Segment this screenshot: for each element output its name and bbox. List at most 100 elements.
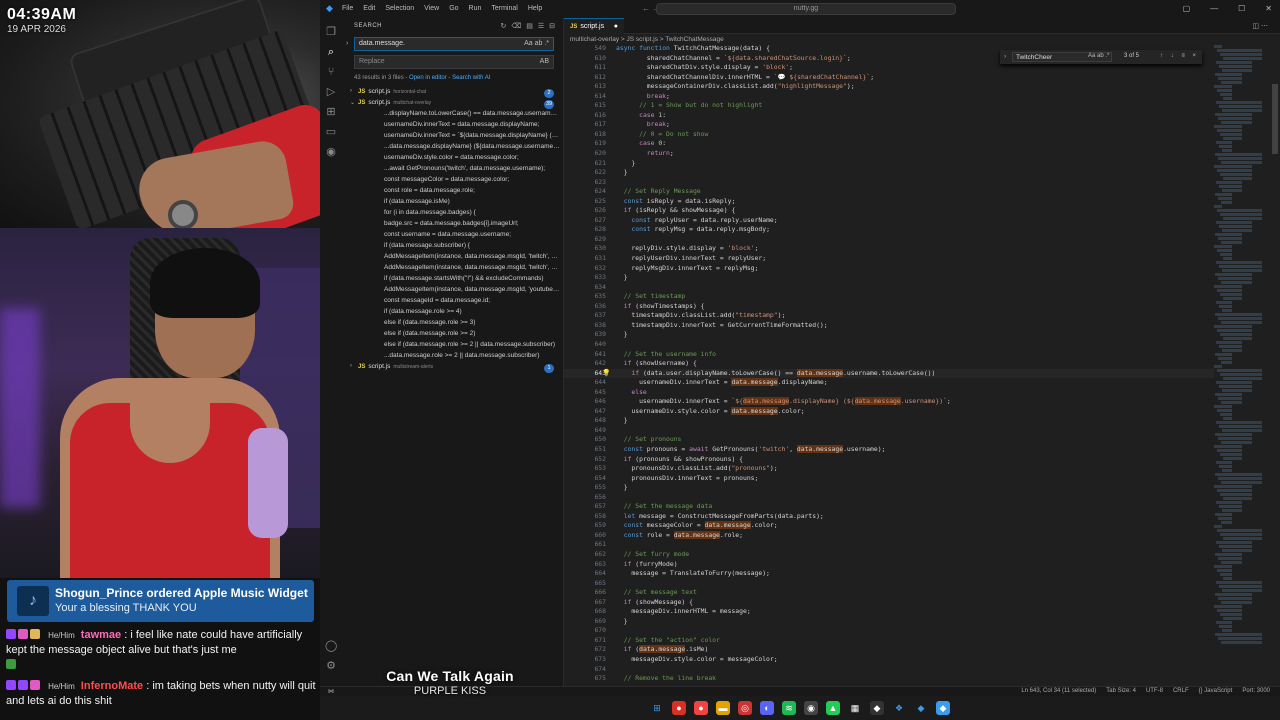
spotify-icon[interactable]: ≋ xyxy=(782,701,796,715)
code-editor[interactable]: 549 async function TwitchChatMessage(data… xyxy=(564,44,1214,684)
search-match[interactable]: else if (data.message.role >= 3) xyxy=(342,319,564,330)
search-match[interactable]: usernameDiv.innerText = `${data.message.… xyxy=(342,132,564,143)
search-match[interactable]: else if (data.message.role >= 2) xyxy=(342,330,564,341)
line-number[interactable]: 626 xyxy=(564,206,606,216)
tab-script-js[interactable]: JS script.js ● xyxy=(564,18,624,34)
code-line[interactable]: 619 case 0: xyxy=(564,139,1214,149)
line-number[interactable]: 651 xyxy=(564,445,606,455)
chevron-right-icon[interactable]: › xyxy=(1004,53,1006,60)
code-line[interactable]: 666 // Set message text xyxy=(564,588,1214,598)
line-number[interactable]: 633 xyxy=(564,273,606,283)
line-number[interactable]: 622 xyxy=(564,168,606,178)
code-line[interactable]: 665 xyxy=(564,579,1214,589)
code-line[interactable]: 616 case 1: xyxy=(564,111,1214,121)
line-number[interactable]: 638 xyxy=(564,321,606,331)
line-number[interactable]: 666 xyxy=(564,588,606,598)
line-number[interactable]: 674 xyxy=(564,665,606,675)
code-line[interactable]: 631 replyUserDiv.innerText = replyUser; xyxy=(564,254,1214,264)
discord-icon[interactable]: ◐ xyxy=(760,701,774,715)
line-number[interactable]: 664 xyxy=(564,569,606,579)
explorer-icon[interactable]: ❐ xyxy=(325,26,337,38)
code-line[interactable]: 642 if (showUsername) { xyxy=(564,359,1214,369)
line-number[interactable]: 611 xyxy=(564,63,606,73)
line-number[interactable]: 618 xyxy=(564,130,606,140)
layout-icon[interactable]: ▢ xyxy=(1183,4,1191,13)
line-number[interactable]: 616 xyxy=(564,111,606,121)
line-number[interactable]: 641 xyxy=(564,350,606,360)
line-number[interactable]: 649 xyxy=(564,426,606,436)
remote-status-icon[interactable]: ⋈ xyxy=(328,688,334,695)
code-line[interactable]: 660 const role = data.message.role; xyxy=(564,530,1214,541)
split-editor-icon[interactable]: ◫ xyxy=(1252,23,1259,30)
code-line[interactable]: 637 timestampDiv.classList.add("timestam… xyxy=(564,311,1214,321)
more-actions-icon[interactable]: ⋯ xyxy=(1261,23,1268,30)
code-line[interactable]: 671 // Set the "action" color xyxy=(564,636,1214,646)
code-line[interactable]: 633 } xyxy=(564,273,1214,283)
line-number[interactable]: 655 xyxy=(564,483,606,493)
encoding[interactable]: UTF-8 xyxy=(1146,688,1163,694)
line-number[interactable]: 648 xyxy=(564,416,606,426)
menu-selection[interactable]: Selection xyxy=(385,5,414,12)
code-line[interactable]: 625 const isReply = data.isReply; xyxy=(564,197,1214,207)
file-explorer-icon[interactable]: ▬ xyxy=(716,701,730,715)
code-line[interactable]: 645 else xyxy=(564,388,1214,398)
result-file[interactable]: › JS script.js horizontal-chat 2 xyxy=(342,88,564,99)
vscode-active-taskbar-icon[interactable]: ◆ xyxy=(936,701,950,715)
clear-results-icon[interactable]: ⌫ xyxy=(511,22,521,30)
code-line[interactable]: 640 xyxy=(564,340,1214,350)
line-number[interactable]: 644 xyxy=(564,378,606,388)
code-line[interactable]: 659 const messageColor = data.message.co… xyxy=(564,521,1214,531)
code-line[interactable]: 634 xyxy=(564,283,1214,293)
search-match[interactable]: const role = data.message.role; xyxy=(342,187,564,198)
search-match[interactable]: usernameDiv.style.color = data.message.c… xyxy=(342,154,564,165)
line-number[interactable]: 670 xyxy=(564,626,606,636)
code-line[interactable]: 621 } xyxy=(564,159,1214,169)
code-line[interactable]: 674 xyxy=(564,665,1214,675)
unsaved-dot-icon[interactable]: ● xyxy=(614,23,618,30)
line-number[interactable]: 615 xyxy=(564,101,606,111)
code-line[interactable]: 643 if (data.user.displayName.toLowerCas… xyxy=(564,368,1214,379)
search-match[interactable]: else if (data.message.role >= 2 || data.… xyxy=(342,341,564,352)
line-number[interactable]: 614 xyxy=(564,92,606,102)
line-number[interactable]: 660 xyxy=(564,531,606,541)
line-number[interactable]: 671 xyxy=(564,636,606,646)
code-line[interactable]: 646 usernameDiv.innerText = `${data.mess… xyxy=(564,397,1214,407)
code-line[interactable]: 670 xyxy=(564,626,1214,636)
line-number[interactable]: 620 xyxy=(564,149,606,159)
line-number[interactable]: 673 xyxy=(564,655,606,665)
remote-icon[interactable]: ▭ xyxy=(325,126,337,138)
eol[interactable]: CRLF xyxy=(1173,688,1189,694)
port-status[interactable]: Port: 3000 xyxy=(1242,688,1270,694)
line-number[interactable]: 625 xyxy=(564,197,606,207)
search-match[interactable]: if (data.message.role >= 4) xyxy=(342,308,564,319)
line-number[interactable]: 637 xyxy=(564,311,606,321)
menu-go[interactable]: Go xyxy=(449,5,458,12)
result-file[interactable]: ⌄ JS script.js multichat-overlay 39 xyxy=(342,99,564,110)
line-number[interactable]: 639 xyxy=(564,330,606,340)
line-number[interactable]: 661 xyxy=(564,540,606,550)
menu-run[interactable]: Run xyxy=(469,5,482,12)
line-number[interactable]: 665 xyxy=(564,579,606,589)
search-match[interactable]: const messageColor = data.message.color; xyxy=(342,176,564,187)
browser-icon[interactable]: ● xyxy=(694,701,708,715)
line-number[interactable]: 647 xyxy=(564,407,606,417)
line-number[interactable]: 617 xyxy=(564,120,606,130)
find-nav-buttons[interactable]: ↑ ↓ ≡ × xyxy=(1160,53,1199,59)
stream-deck-icon[interactable]: ▦ xyxy=(848,701,862,715)
code-line[interactable]: 626 if (isReply && showMessage) { xyxy=(564,206,1214,216)
minimap[interactable] xyxy=(1214,44,1270,684)
search-match[interactable]: const username = data.message.username; xyxy=(342,231,564,242)
line-number[interactable]: 623 xyxy=(564,178,606,188)
code-line[interactable]: 614 break; xyxy=(564,92,1214,102)
menu-view[interactable]: View xyxy=(424,5,439,12)
code-line[interactable]: 636 if (showTimestamps) { xyxy=(564,302,1214,312)
line-number[interactable]: 642 xyxy=(564,359,606,369)
app-icon[interactable]: ◎ xyxy=(738,701,752,715)
line-number[interactable]: 658 xyxy=(564,512,606,522)
search-match[interactable]: if (data.message.subscriber) { xyxy=(342,242,564,253)
line-number[interactable]: 628 xyxy=(564,225,606,235)
code-line[interactable]: 618 // 0 = Do not show xyxy=(564,130,1214,140)
line-number[interactable]: 672 xyxy=(564,645,606,655)
code-line[interactable]: 647 usernameDiv.style.color = data.messa… xyxy=(564,406,1214,417)
line-number[interactable]: 657 xyxy=(564,502,606,512)
